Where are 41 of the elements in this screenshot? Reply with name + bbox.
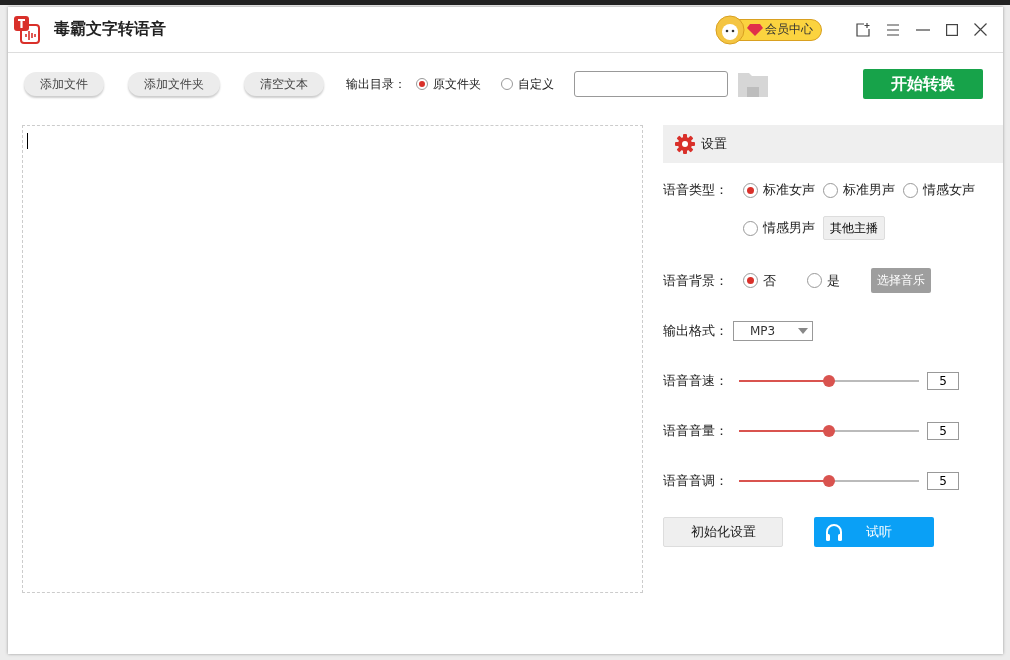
background-music-radio[interactable]: 是: [807, 271, 871, 290]
gem-icon: [747, 23, 763, 36]
output-dir-radio[interactable]: 自定义: [501, 75, 554, 93]
gear-icon: [675, 134, 695, 154]
toolbar-button[interactable]: 清空文本: [244, 72, 324, 96]
voice-type-radio[interactable]: 标准男声: [823, 180, 895, 200]
app-logo-icon: [14, 15, 40, 44]
other-voices-button[interactable]: 其他主播: [823, 216, 885, 240]
output-format-label: 输出格式：: [663, 322, 729, 340]
slider-label: 语音音调：: [663, 472, 729, 490]
slider-value-field[interactable]: 5: [927, 472, 959, 490]
toolbar-button[interactable]: 添加文件: [24, 72, 104, 96]
voice-type-radio[interactable]: 情感女声: [903, 180, 975, 200]
format-dropdown[interactable]: MP3: [733, 321, 813, 341]
slider-value-field[interactable]: 5: [927, 372, 959, 390]
background-music-radio[interactable]: 否: [743, 271, 807, 290]
slider-thumb[interactable]: [823, 425, 835, 437]
slider-thumb[interactable]: [823, 375, 835, 387]
slider-value-field[interactable]: 5: [927, 422, 959, 440]
background-music-label: 语音背景：: [663, 271, 729, 290]
text-cursor: [27, 133, 28, 149]
toolbar-button[interactable]: 添加文件夹: [128, 72, 220, 96]
voice-type-label: 语音类型：: [663, 181, 729, 199]
voice-type-radio[interactable]: 情感男声: [743, 218, 815, 238]
settings-title: 设置: [701, 135, 727, 153]
voice-type-radio[interactable]: 标准女声: [743, 180, 815, 200]
window-title: 毒霸文字转语音: [54, 19, 166, 40]
slider-label: 语音音速：: [663, 372, 729, 390]
dropdown-caret-icon: [798, 328, 808, 334]
output-dir-label: 输出目录：: [346, 75, 406, 93]
new-window-icon[interactable]: [856, 22, 870, 37]
minimize-icon[interactable]: [916, 28, 930, 31]
slider-label: 语音音量：: [663, 422, 729, 440]
reset-settings-button[interactable]: 初始化设置: [663, 517, 783, 547]
maximize-icon[interactable]: [946, 23, 958, 36]
close-icon[interactable]: [974, 23, 987, 36]
headphones-icon: [824, 522, 844, 542]
menu-icon[interactable]: [886, 23, 900, 36]
slider-thumb[interactable]: [823, 475, 835, 487]
output-path-field[interactable]: [574, 71, 728, 97]
output-dir-radio[interactable]: 原文件夹: [416, 75, 481, 93]
